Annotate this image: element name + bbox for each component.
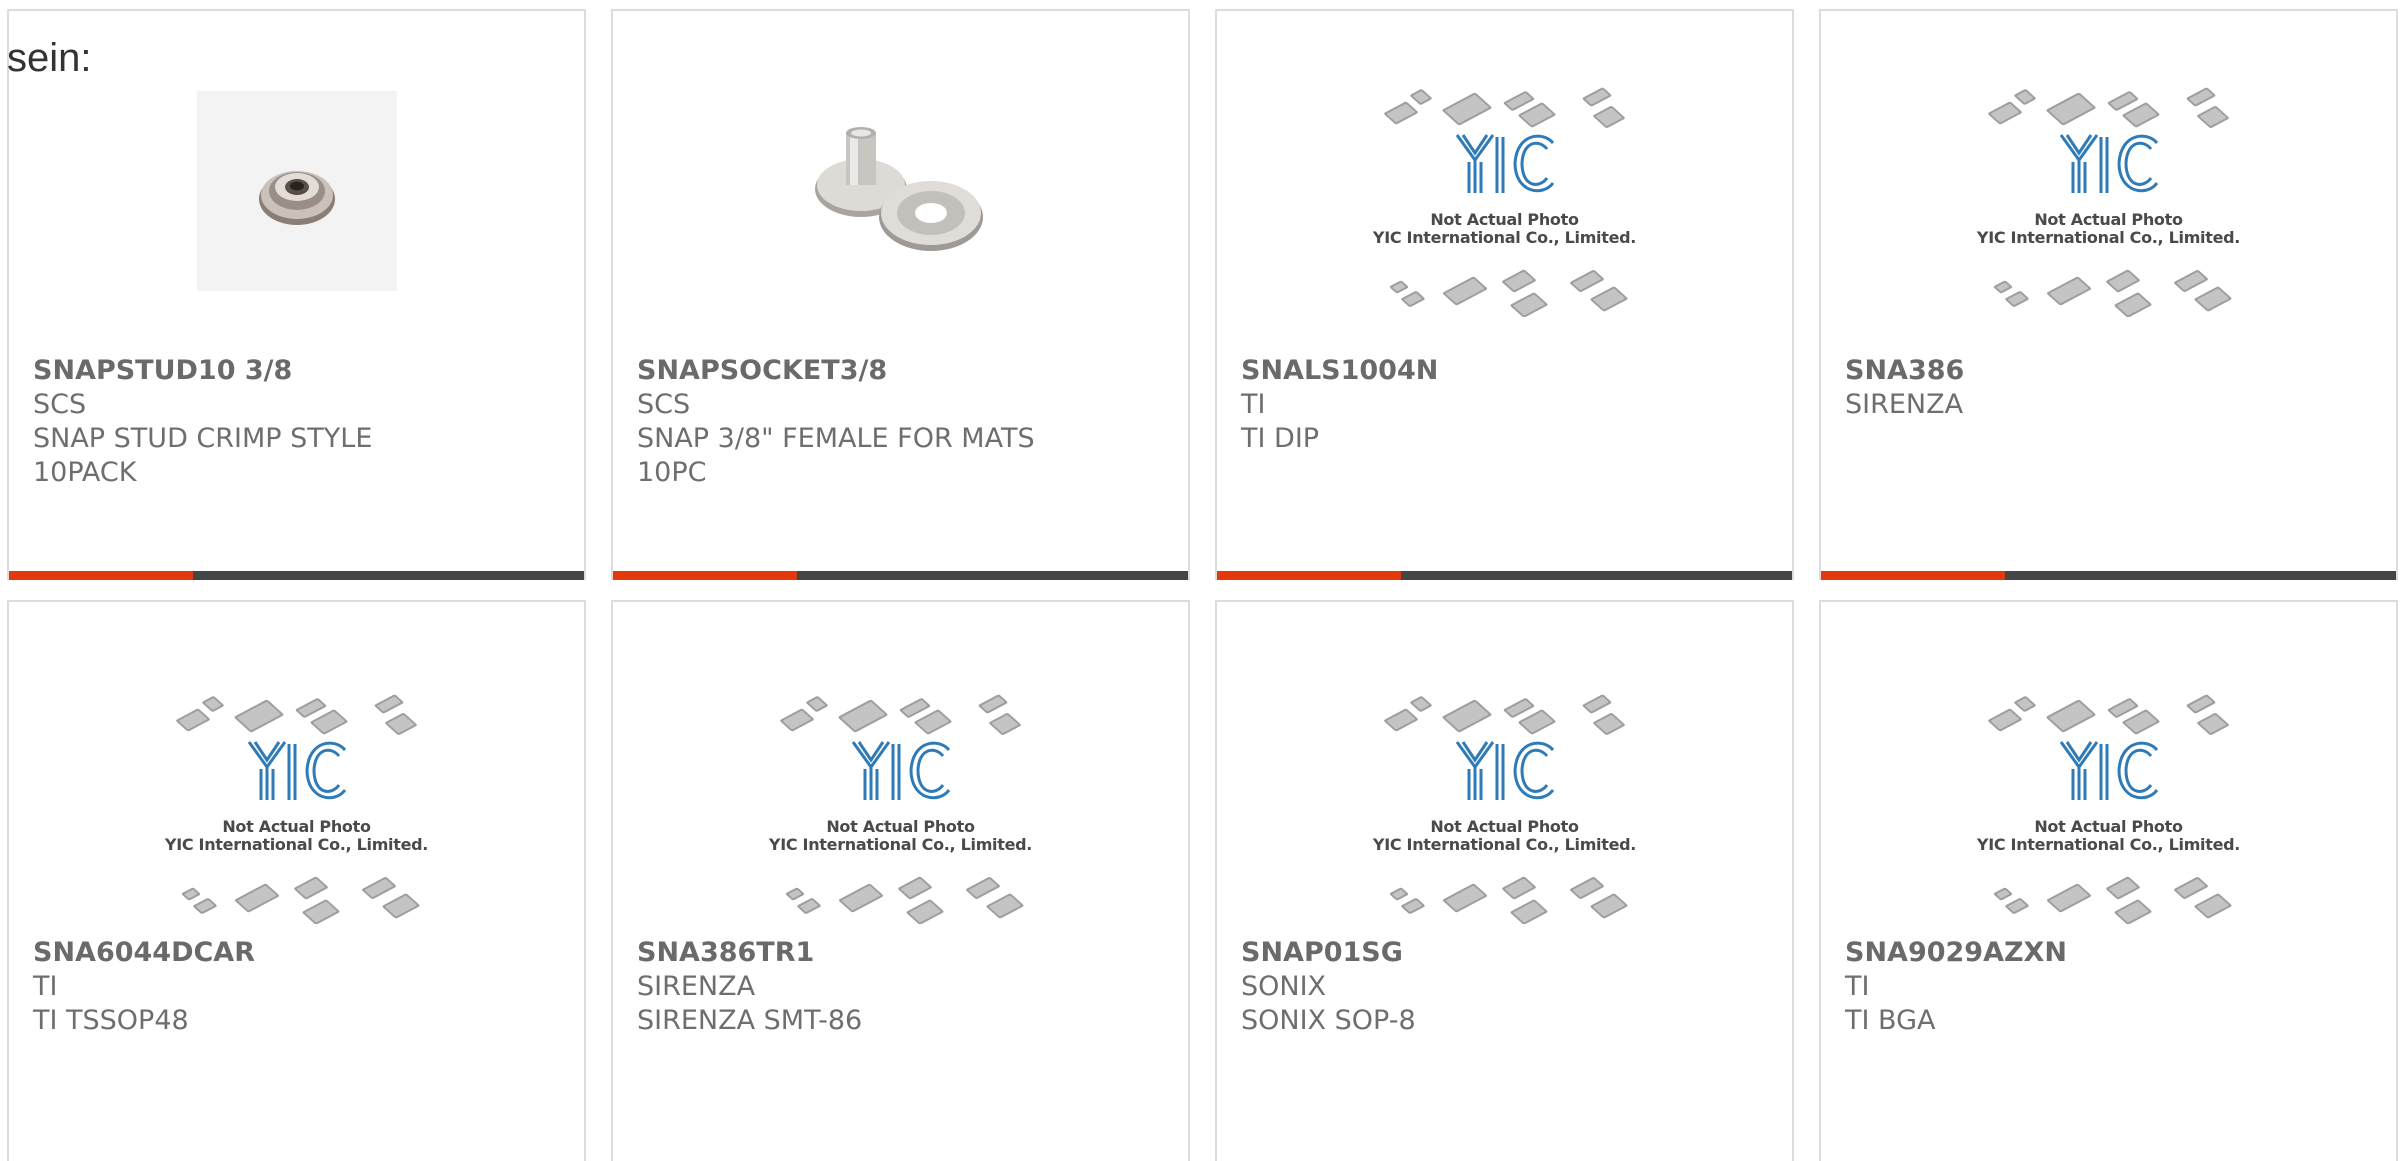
progress-bar [1821,571,2396,580]
manufacturer: TI [1845,971,1870,1002]
part-number[interactable]: SNAP01SG [1241,936,1776,970]
placeholder-line1: Not Actual Photo [2034,817,2183,836]
placeholder-line2: YIC International Co., Limited. [1976,228,2241,247]
description: SIRENZA SMT-86 [637,1005,863,1036]
description: TI BGA [1845,1005,1936,1036]
description: TI DIP [1241,423,1320,454]
description: SNAP STUD CRIMP STYLE [33,423,373,454]
placeholder-line2: YIC International Co., Limited. [1372,835,1637,854]
placeholder-line2: YIC International Co., Limited. [1976,835,2241,854]
product-image[interactable] [9,77,584,317]
product-info: SNALS1004N TI TI DIP [1241,354,1776,456]
product-image[interactable]: Not Actual Photo YIC International Co., … [9,684,584,925]
part-number[interactable]: SNALS1004N [1241,354,1776,388]
chips-logo-icon [779,694,1024,925]
yic-placeholder-image: Not Actual Photo YIC International Co., … [1973,77,2245,318]
product-info: SNAPSTUD10 3/8 SCS SNAP STUD CRIMP STYLE… [33,354,568,490]
progress-fill [1217,571,1401,580]
product-card[interactable]: Not Actual Photo YIC International Co., … [611,600,1190,1161]
yic-placeholder-image: Not Actual Photo YIC International Co., … [1369,684,1641,925]
product-info: SNA386 SIRENZA [1845,354,2380,422]
lead-text: sein: [7,36,92,80]
yic-placeholder-image: Not Actual Photo YIC International Co., … [765,684,1037,925]
chips-logo-icon [175,694,420,925]
product-image[interactable]: Not Actual Photo YIC International Co., … [613,684,1188,925]
product-card[interactable]: Not Actual Photo YIC International Co., … [7,600,586,1161]
snap-stud-photo [196,91,397,291]
progress-fill [9,571,193,580]
product-info: SNA6044DCAR TI TI TSSOP48 [33,936,568,1038]
part-number[interactable]: SNA6044DCAR [33,936,568,970]
manufacturer: TI [1241,389,1266,420]
part-number[interactable]: SNAPSTUD10 3/8 [33,354,568,388]
chips-logo-icon [1987,694,2232,925]
product-card[interactable]: Not Actual Photo YIC International Co., … [1819,600,2398,1161]
placeholder-line2: YIC International Co., Limited. [768,835,1033,854]
yic-placeholder-image: Not Actual Photo YIC International Co., … [161,684,433,925]
placeholder-line1: Not Actual Photo [1430,210,1579,229]
manufacturer: SCS [33,389,87,420]
progress-bar [9,571,584,580]
yic-placeholder-image: Not Actual Photo YIC International Co., … [1973,684,2245,925]
progress-fill [1821,571,2005,580]
placeholder-line1: Not Actual Photo [222,817,371,836]
description: TI TSSOP48 [33,1005,189,1036]
progress-fill [613,571,797,580]
manufacturer: SCS [637,389,691,420]
progress-bar [613,571,1188,580]
product-image[interactable]: Not Actual Photo YIC International Co., … [1821,77,2396,318]
part-number[interactable]: SNA386 [1845,354,2380,388]
chips-logo-icon [1987,87,2232,318]
part-number[interactable]: SNAPSOCKET3/8 [637,354,1172,388]
product-info: SNAP01SG SONIX SONIX SOP-8 [1241,936,1776,1038]
product-info: SNAPSOCKET3/8 SCS SNAP 3/8" FEMALE FOR M… [637,354,1172,490]
snap-socket-photo [801,117,1001,257]
product-card[interactable]: Not Actual Photo YIC International Co., … [1819,9,2398,580]
product-grid-page: sein: SNAPSTUD10 3/8 SCS SNAP STUD CRIMP… [0,0,2400,1161]
product-image[interactable]: Not Actual Photo YIC International Co., … [1217,77,1792,318]
description: SNAP 3/8" FEMALE FOR MATS [637,423,1035,454]
part-number[interactable]: SNA386TR1 [637,936,1172,970]
yic-placeholder-image: Not Actual Photo YIC International Co., … [1369,77,1641,318]
product-card[interactable]: Not Actual Photo YIC International Co., … [1215,9,1794,580]
description-extra: 10PACK [33,457,137,488]
placeholder-line1: Not Actual Photo [826,817,975,836]
manufacturer: SIRENZA [1845,389,1964,420]
manufacturer: TI [33,971,58,1002]
placeholder-line1: Not Actual Photo [1430,817,1579,836]
placeholder-line2: YIC International Co., Limited. [1372,228,1637,247]
placeholder-line1: Not Actual Photo [2034,210,2183,229]
description: SONIX SOP-8 [1241,1005,1416,1036]
progress-bar [1217,571,1792,580]
product-card[interactable]: SNAPSOCKET3/8 SCS SNAP 3/8" FEMALE FOR M… [611,9,1190,580]
placeholder-line2: YIC International Co., Limited. [164,835,429,854]
description-extra: 10PC [637,457,707,488]
product-image[interactable] [613,77,1188,317]
manufacturer: SONIX [1241,971,1327,1002]
manufacturer: SIRENZA [637,971,756,1002]
product-card[interactable]: Not Actual Photo YIC International Co., … [1215,600,1794,1161]
chips-logo-icon [1383,87,1628,318]
chips-logo-icon [1383,694,1628,925]
product-card[interactable]: SNAPSTUD10 3/8 SCS SNAP STUD CRIMP STYLE… [7,9,586,580]
product-info: SNA9029AZXN TI TI BGA [1845,936,2380,1038]
product-info: SNA386TR1 SIRENZA SIRENZA SMT-86 [637,936,1172,1038]
product-image[interactable]: Not Actual Photo YIC International Co., … [1217,684,1792,925]
product-image[interactable]: Not Actual Photo YIC International Co., … [1821,684,2396,925]
part-number[interactable]: SNA9029AZXN [1845,936,2380,970]
